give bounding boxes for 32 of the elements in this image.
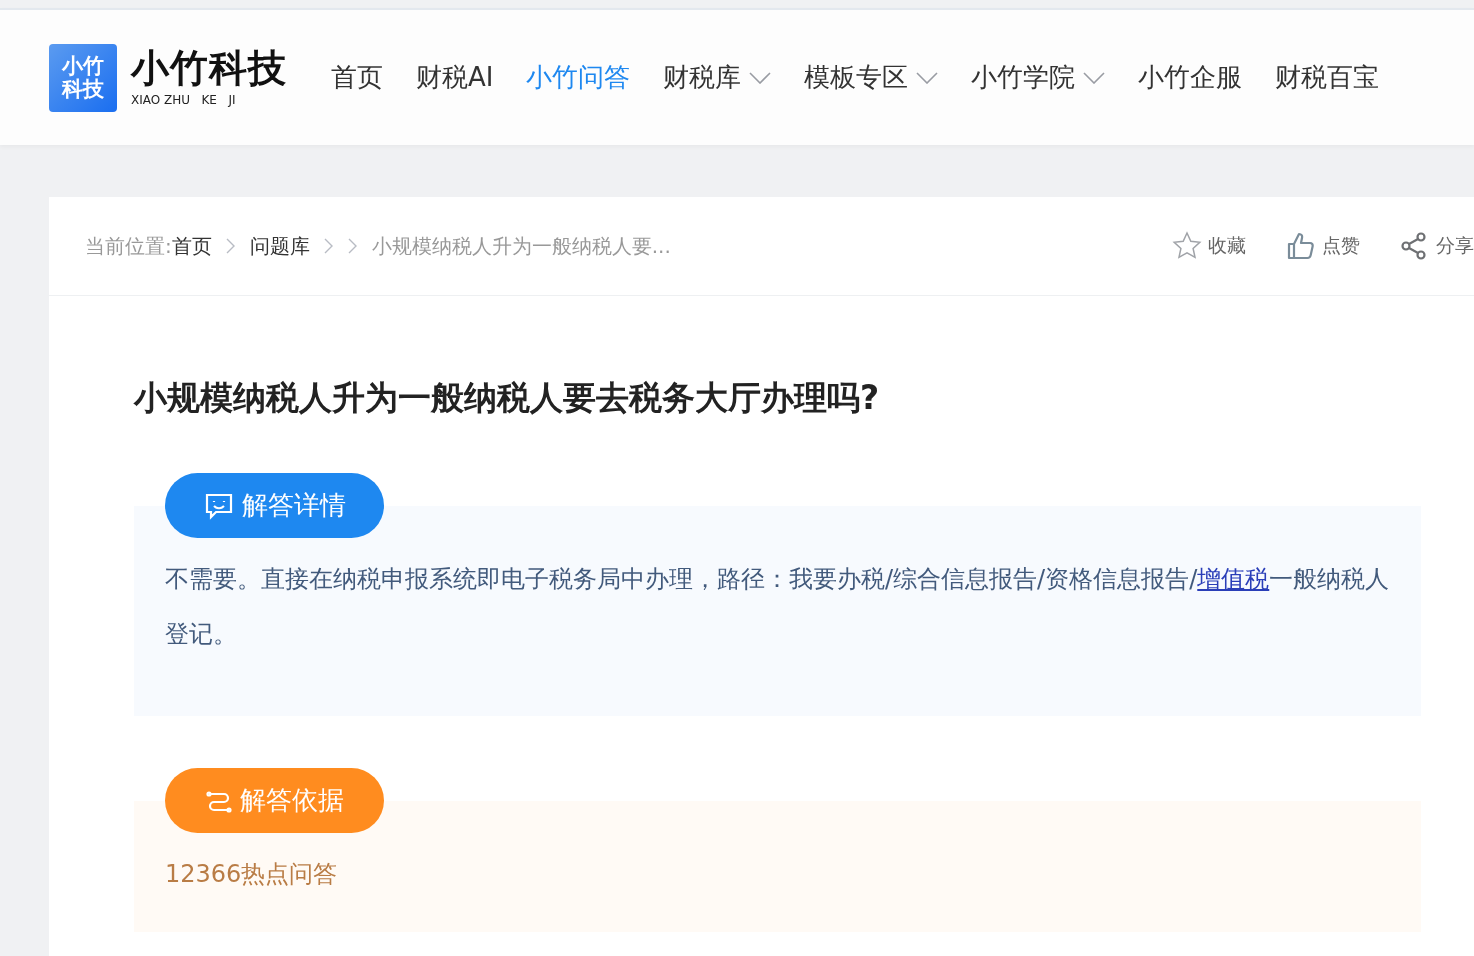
- action-link[interactable]: 收藏: [1172, 231, 1246, 261]
- star-icon: [1172, 231, 1202, 261]
- breadcrumb-label: 当前位置:: [85, 232, 172, 260]
- logo-subtitle: XIAO ZHU KE JI: [131, 93, 237, 108]
- nav-item[interactable]: 财税AI: [416, 60, 494, 95]
- text-link[interactable]: 增值税: [1197, 565, 1270, 593]
- breadcrumb-current: 小规模纳税人升为一般纳税人要...: [371, 232, 671, 260]
- chat-smile-icon: [203, 491, 234, 520]
- question-title: 小规模纳税人升为一般纳税人要去税务大厅办理吗?: [134, 377, 881, 419]
- nav-item[interactable]: 模板专区: [804, 60, 939, 95]
- caret-icon: [1083, 71, 1106, 84]
- nav-item[interactable]: 小竹企服: [1138, 60, 1243, 95]
- section-tab[interactable]: 解答详情: [165, 473, 384, 538]
- breadcrumb-link[interactable]: 问题库: [249, 232, 310, 260]
- nav-item[interactable]: 财税百宝: [1275, 60, 1380, 95]
- breadcrumb-link[interactable]: 首页: [171, 232, 212, 260]
- caret-icon: [916, 71, 939, 84]
- action-link[interactable]: 分享: [1400, 231, 1474, 261]
- answer-text: 不需要。直接在纳税申报系统即电子税务局中办理，路径：我要办税/综合信息报告/资格信息报告/增值税一般纳税人登记。: [165, 564, 1391, 650]
- nav-item[interactable]: 首页: [331, 60, 383, 95]
- nav-item[interactable]: 小竹学院: [971, 60, 1106, 95]
- action-link[interactable]: 点赞: [1286, 231, 1360, 261]
- nav-item[interactable]: 财税库: [663, 60, 772, 95]
- answer-text: 12366热点问答: [165, 859, 339, 890]
- logo-name: 小竹科技: [131, 47, 287, 90]
- chevron-icon: [225, 238, 236, 254]
- thumbs-up-icon: [1286, 231, 1316, 261]
- chevron-icon: [323, 238, 334, 254]
- caret-icon: [749, 71, 772, 84]
- nav-item[interactable]: 小竹问答: [526, 60, 631, 95]
- chevron-icon: [347, 238, 358, 254]
- logo-icon: 小竹科技: [49, 43, 117, 112]
